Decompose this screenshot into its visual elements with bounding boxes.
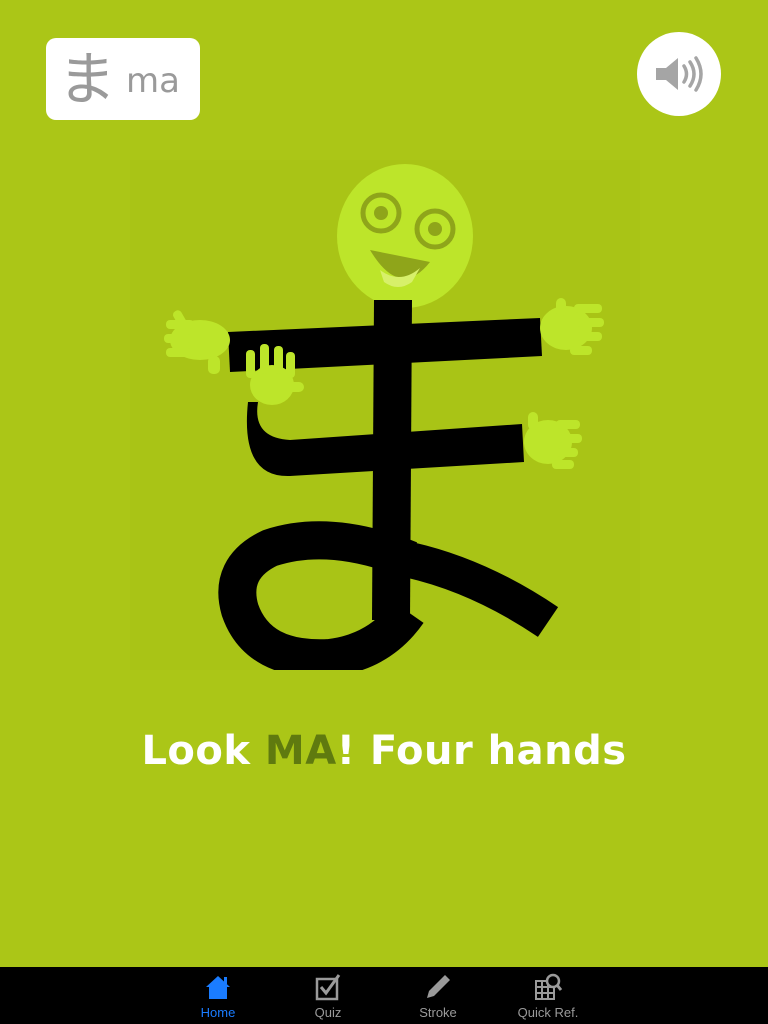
caption-highlight: MA bbox=[264, 728, 337, 774]
romaji-label: ma bbox=[126, 61, 180, 101]
tab-quiz-label: Quiz bbox=[314, 1005, 342, 1020]
figure-hand-right-top bbox=[540, 298, 604, 355]
sound-button[interactable] bbox=[637, 32, 721, 116]
kana-card: ま ma bbox=[46, 38, 200, 120]
tab-bar: Home Quiz Stroke Quick Ref. bbox=[0, 967, 768, 1024]
pencil-icon bbox=[427, 975, 450, 998]
mnemonic-caption: Look MA! Four hands bbox=[0, 728, 768, 774]
mnemonic-illustration bbox=[130, 160, 640, 678]
tab-quiz[interactable]: Quiz bbox=[273, 967, 383, 1024]
caption-suffix: ! Four hands bbox=[336, 728, 627, 774]
checkbox-icon bbox=[315, 974, 341, 1001]
tab-stroke-label: Stroke bbox=[419, 1005, 457, 1020]
speaker-icon bbox=[656, 56, 703, 92]
tab-stroke[interactable]: Stroke bbox=[383, 967, 493, 1024]
tab-home[interactable]: Home bbox=[163, 967, 273, 1024]
tab-home-label: Home bbox=[200, 1005, 236, 1020]
grid-search-icon bbox=[535, 973, 563, 1000]
home-icon bbox=[206, 976, 230, 999]
tab-quick-ref-label: Quick Ref. bbox=[517, 1005, 579, 1020]
figure-hand-left-top bbox=[164, 310, 230, 374]
tab-quick-ref[interactable]: Quick Ref. bbox=[493, 967, 603, 1024]
kana-character: ま bbox=[58, 45, 117, 113]
figure-head bbox=[337, 164, 473, 308]
figure-hand-right-lower bbox=[524, 412, 582, 469]
caption-prefix: Look bbox=[141, 728, 265, 774]
